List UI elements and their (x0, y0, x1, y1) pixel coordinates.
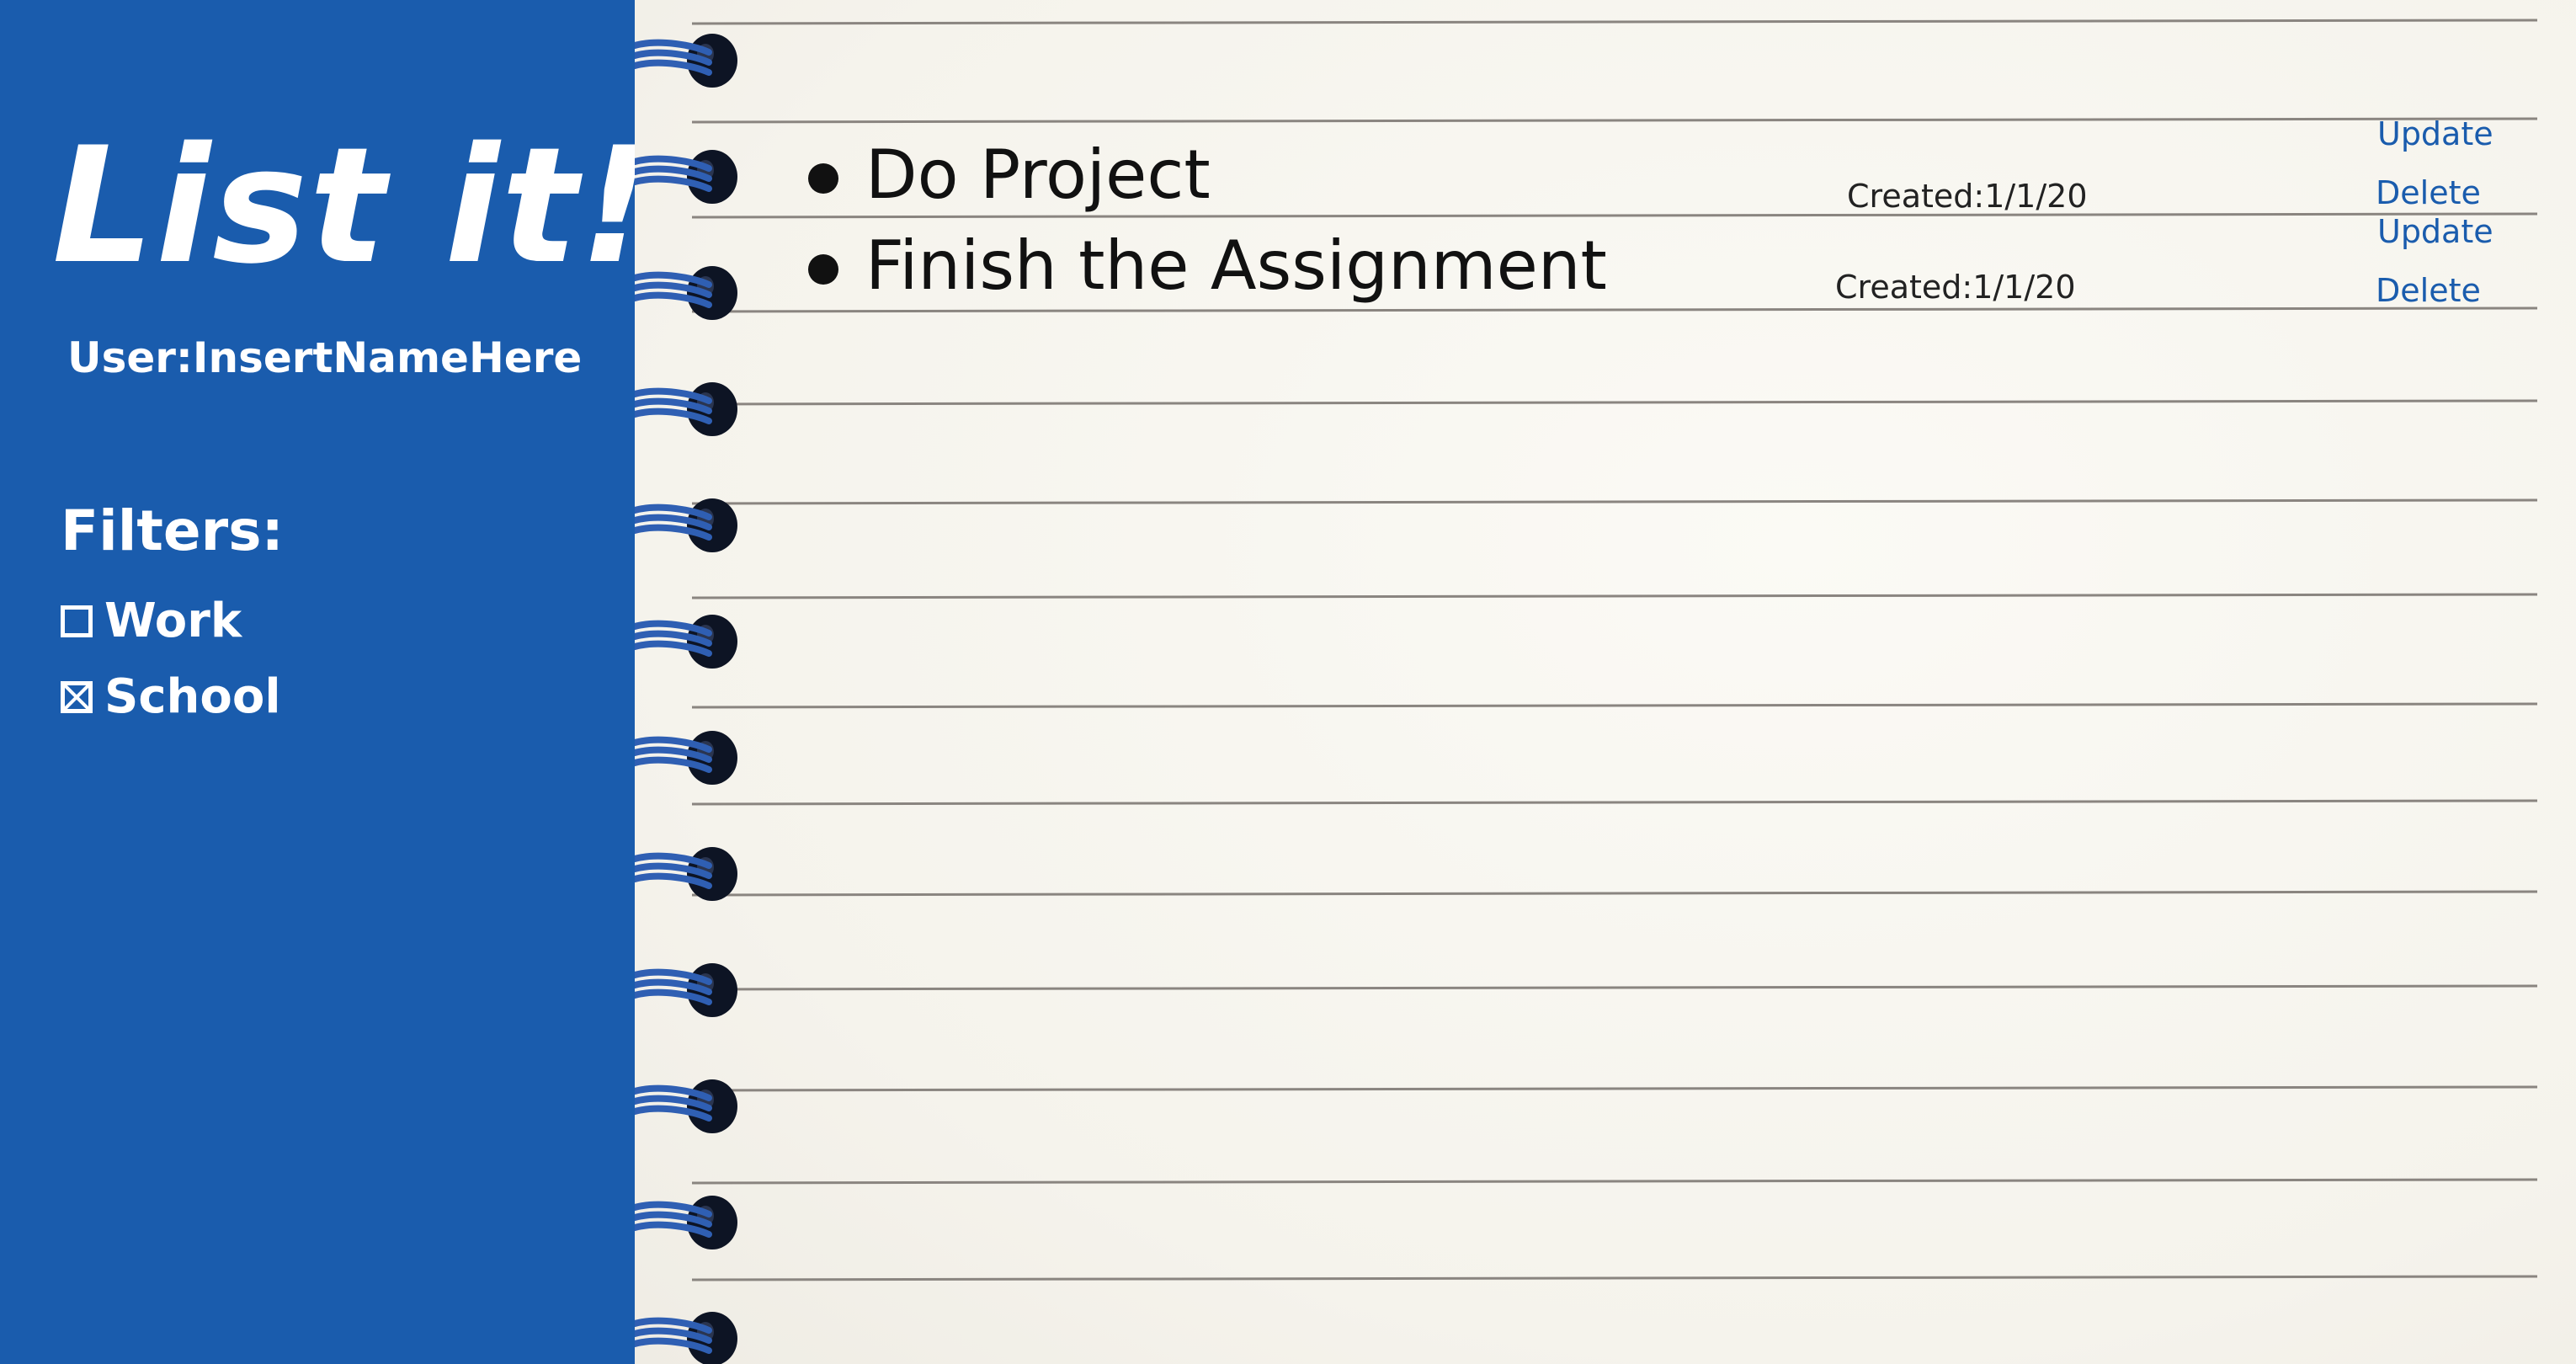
ruled-line (691, 1178, 2538, 1185)
ruled-line (691, 19, 2538, 25)
spiral-ring (635, 34, 737, 88)
task-item: Finish the Assignment Created:1/1/20 Upd… (635, 216, 2576, 310)
spiral-ring (635, 1196, 737, 1249)
user-label: User:InsertNameHere (67, 333, 583, 382)
filter-school-label: School (104, 669, 281, 724)
spiral-ring (635, 1079, 737, 1133)
filter-work-label: Work (104, 594, 242, 648)
bullet-icon (808, 254, 838, 285)
delete-link[interactable]: Delete (2376, 177, 2481, 209)
ruled-line (691, 399, 2538, 406)
ruled-line (691, 799, 2538, 806)
spiral-ring (635, 498, 737, 552)
ruled-line (691, 702, 2538, 709)
spiral-ring (635, 382, 737, 436)
app-title: List it! (52, 113, 654, 299)
filter-school[interactable]: School (61, 674, 281, 721)
spiral-ring (635, 963, 737, 1017)
ruled-line (691, 498, 2538, 505)
app-root: List it! User:InsertNameHere Filters: Wo… (0, 0, 2576, 1364)
spiral-ring (635, 615, 737, 669)
spiral-ring (635, 731, 737, 785)
task-title: Do Project (865, 136, 1211, 214)
delete-link[interactable]: Delete (2376, 274, 2481, 306)
task-created-date: Created:1/1/20 (1847, 178, 2088, 215)
ruled-line (691, 1085, 2538, 1092)
update-link[interactable]: Update (2377, 216, 2494, 248)
checkbox-empty-icon[interactable] (61, 605, 93, 637)
task-created-date: Created:1/1/20 (1835, 269, 2076, 306)
spiral-ring (635, 1312, 737, 1364)
ruled-line (691, 890, 2538, 897)
notebook-page: Do Project Created:1/1/20 Update Delete … (635, 0, 2576, 1364)
filters-heading: Filters: (61, 498, 284, 563)
ruled-line (691, 984, 2538, 991)
update-link[interactable]: Update (2377, 118, 2494, 150)
bullet-icon (808, 163, 838, 194)
ruled-line (691, 117, 2538, 124)
sidebar: List it! User:InsertNameHere Filters: Wo… (0, 0, 652, 1364)
task-item: Do Project Created:1/1/20 Update Delete (635, 118, 2576, 219)
task-title: Finish the Assignment (865, 226, 1607, 305)
checkbox-checked-icon[interactable] (61, 681, 93, 713)
filter-work[interactable]: Work (61, 598, 242, 645)
ruled-line (691, 1275, 2538, 1281)
ruled-line (691, 593, 2538, 599)
spiral-ring (635, 847, 737, 901)
